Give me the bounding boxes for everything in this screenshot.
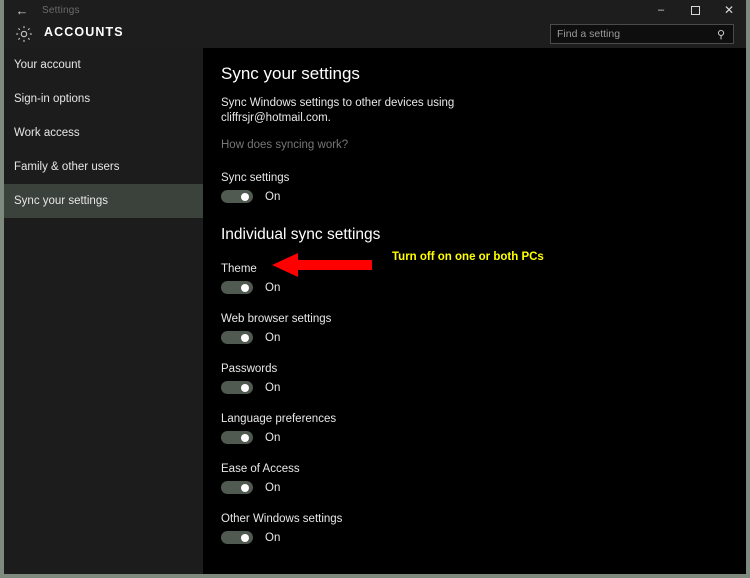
sidebar-item-label: Your account: [14, 59, 81, 71]
toggle-state-web-browser-settings: On: [265, 331, 281, 344]
setting-label-ease-of-access: Ease of Access: [221, 463, 300, 475]
toggle-knob: [241, 383, 249, 392]
app-header: ACCOUNTS ⚲: [4, 20, 746, 48]
toggle-row-passwords: On: [221, 381, 746, 394]
search-icon: ⚲: [716, 28, 726, 41]
toggle-passwords[interactable]: [221, 381, 253, 394]
toggle-theme[interactable]: [221, 281, 253, 294]
toggle-knob: [241, 483, 249, 492]
toggle-state-passwords: On: [265, 381, 281, 394]
toggle-knob: [241, 283, 249, 292]
minimize-button[interactable]: –: [644, 0, 678, 20]
page-heading: Sync your settings: [221, 64, 360, 83]
setting-label-other-windows-settings: Other Windows settings: [221, 513, 343, 525]
sidebar-item-label: Sign-in options: [14, 93, 91, 105]
sidebar-item-sign-in-options[interactable]: Sign-in options: [4, 82, 203, 116]
back-button[interactable]: ←: [4, 0, 40, 20]
toggle-row-web-browser-settings: On: [221, 331, 746, 344]
back-arrow-icon: ←: [15, 2, 29, 18]
settings-window: ← Settings – ✕ ACCOUNTS ⚲: [0, 0, 750, 578]
page-title-accounts: ACCOUNTS: [44, 25, 124, 39]
setting-label-theme: Theme: [221, 263, 257, 275]
setting-label-web-browser-settings: Web browser settings: [221, 313, 332, 325]
search-input[interactable]: [551, 25, 712, 43]
sidebar-item-sync-your-settings[interactable]: Sync your settings: [4, 184, 203, 218]
toggle-state-theme: On: [265, 281, 281, 294]
toggle-row-ease-of-access: On: [221, 481, 746, 494]
sidebar-item-work-access[interactable]: Work access: [4, 116, 203, 150]
sync-settings-toggle-row: On: [221, 190, 746, 203]
toggle-knob: [241, 333, 249, 342]
maximize-button[interactable]: [678, 0, 712, 20]
toggle-row-theme: On: [221, 281, 746, 294]
individual-sync-settings-heading: Individual sync settings: [221, 226, 381, 243]
sidebar-item-your-account[interactable]: Your account: [4, 48, 203, 82]
title-bar: ← Settings – ✕: [4, 0, 746, 20]
toggle-knob: [241, 192, 249, 201]
toggle-state-other-windows-settings: On: [265, 531, 281, 544]
toggle-row-other-windows-settings: On: [221, 531, 746, 544]
how-does-syncing-work-link[interactable]: How does syncing work?: [221, 139, 348, 151]
toggle-web-browser-settings[interactable]: [221, 331, 253, 344]
setting-label-language-preferences: Language preferences: [221, 413, 337, 425]
annotation-text: Turn off on one or both PCs: [392, 251, 544, 263]
sidebar-item-label: Work access: [14, 127, 80, 139]
window-controls: – ✕: [644, 0, 746, 20]
maximize-icon: [690, 5, 700, 15]
sync-settings-toggle-state: On: [265, 190, 281, 203]
window-title: Settings: [42, 4, 80, 16]
sync-settings-label: Sync settings: [221, 172, 290, 184]
sidebar-nav: Your account Sign-in options Work access…: [4, 48, 203, 574]
toggle-state-ease-of-access: On: [265, 481, 281, 494]
sidebar-item-label: Sync your settings: [14, 195, 108, 207]
toggle-other-windows-settings[interactable]: [221, 531, 253, 544]
search-box[interactable]: ⚲: [550, 24, 734, 44]
sync-description: Sync Windows settings to other devices u…: [221, 97, 455, 124]
toggle-knob: [241, 533, 249, 542]
toggle-row-language-preferences: On: [221, 431, 746, 444]
toggle-knob: [241, 433, 249, 442]
setting-label-passwords: Passwords: [221, 363, 278, 375]
gear-icon: [14, 24, 34, 44]
toggle-language-preferences[interactable]: [221, 431, 253, 444]
sidebar-item-label: Family & other users: [14, 161, 120, 173]
sidebar-item-family-other-users[interactable]: Family & other users: [4, 150, 203, 184]
toggle-ease-of-access[interactable]: [221, 481, 253, 494]
main-content: Sync your settings Sync Windows settings…: [203, 48, 746, 574]
sync-settings-toggle[interactable]: [221, 190, 253, 203]
toggle-state-language-preferences: On: [265, 431, 281, 444]
close-button[interactable]: ✕: [712, 0, 746, 20]
